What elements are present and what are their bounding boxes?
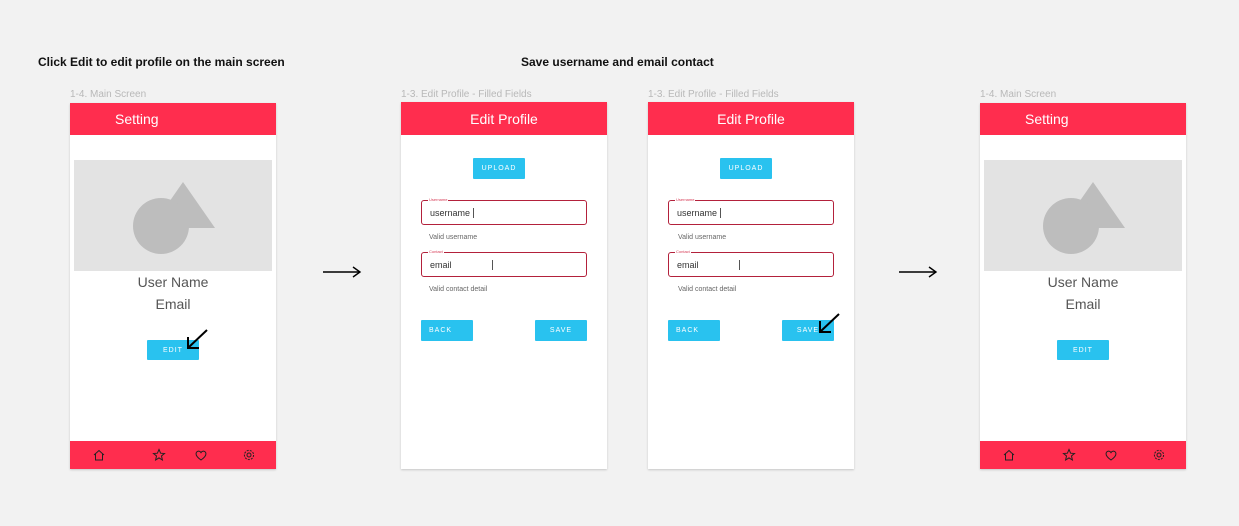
star-icon[interactable] [1062,448,1076,462]
frame-label-main-screen: 1-4. Main Screen [70,89,147,100]
header-title: Edit Profile [470,110,538,127]
main-screen-phone: Setting User Name Email EDIT [980,103,1186,469]
username-field-label: Username [675,197,696,203]
contact-helper-text: Valid contact detail [678,286,737,293]
username-helper-text: Valid username [429,234,478,241]
username-helper-text: Valid username [678,234,727,241]
header-title: Edit Profile [717,110,785,127]
flow-arrow-icon [899,266,938,278]
back-button[interactable]: BACK [668,320,720,341]
home-icon[interactable] [92,448,106,462]
header-title: Setting [115,111,159,127]
user-name-text: User Name [1047,274,1119,290]
contact-field[interactable]: Contact email [421,249,587,277]
gear-icon[interactable] [242,448,256,462]
app-header: Setting [70,103,276,135]
flow-arrow-icon [323,266,362,278]
contact-field[interactable]: Contact email [668,249,834,277]
star-icon[interactable] [152,448,166,462]
click-pointer-arrow-icon [819,313,840,333]
flow-caption-save: Save username and email contact [521,55,714,69]
frame-label-edit-profile: 1-3. Edit Profile - Filled Fields [401,89,532,100]
username-field[interactable]: Username username [668,197,834,225]
app-header: Setting [980,103,1186,135]
main-screen-phone: Setting User Name Email EDIT [70,103,276,469]
upload-button[interactable]: UPLOAD [720,158,772,179]
app-header: Edit Profile [401,102,607,135]
contact-field-label: Contact [428,249,444,255]
upload-button[interactable]: UPLOAD [473,158,525,179]
username-input-value: username [430,207,471,218]
edit-profile-phone: Edit Profile UPLOAD Username username Va… [648,102,854,469]
text-caret [492,259,493,270]
click-pointer-arrow-icon [187,329,208,349]
edit-profile-phone: Edit Profile UPLOAD Username username Va… [401,102,607,469]
username-field[interactable]: Username username [421,197,587,225]
image-placeholder-icon [1043,181,1125,254]
frame-label-main-screen: 1-4. Main Screen [980,89,1057,100]
frame-label-edit-profile: 1-3. Edit Profile - Filled Fields [648,89,779,100]
bottom-nav [980,441,1186,469]
back-button[interactable]: BACK [421,320,473,341]
profile-image-placeholder[interactable] [74,160,272,271]
profile-image-placeholder[interactable] [984,160,1182,271]
contact-helper-text: Valid contact detail [429,286,488,293]
flow-caption-edit: Click Edit to edit profile on the main s… [38,55,285,69]
heart-icon[interactable] [194,448,208,462]
bottom-nav [70,441,276,469]
text-caret [739,259,740,270]
user-name-text: User Name [137,274,209,290]
email-text: Email [155,296,191,312]
contact-field-label: Contact [675,249,691,255]
email-text: Email [1065,296,1101,312]
heart-icon[interactable] [1104,448,1118,462]
home-icon[interactable] [1002,448,1016,462]
edit-button[interactable]: EDIT [1057,340,1109,360]
text-caret [720,207,721,218]
app-header: Edit Profile [648,102,854,135]
image-placeholder-icon [133,181,215,254]
contact-input-value: email [677,259,699,270]
save-button[interactable]: SAVE [535,320,587,341]
gear-icon[interactable] [1152,448,1166,462]
username-input-value: username [677,207,718,218]
text-caret [473,207,474,218]
header-title: Setting [1025,111,1069,127]
contact-input-value: email [430,259,452,270]
username-field-label: Username [428,197,449,203]
